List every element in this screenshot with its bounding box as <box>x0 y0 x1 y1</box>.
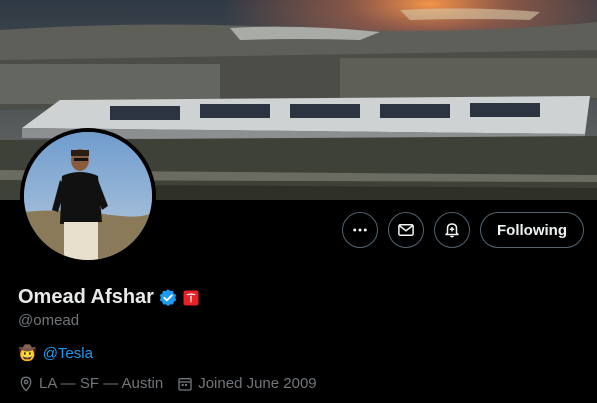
cowboy-emoji-icon: 🤠 <box>18 345 37 362</box>
mail-icon <box>398 224 414 236</box>
profile-avatar[interactable] <box>20 128 156 264</box>
location-text: LA — SF — Austin <box>39 375 164 392</box>
location-pin-icon <box>20 376 32 392</box>
following-button[interactable]: Following <box>480 212 584 248</box>
message-button[interactable] <box>388 212 424 248</box>
more-button[interactable] <box>342 212 378 248</box>
bell-plus-icon <box>445 223 459 238</box>
tesla-affiliate-icon[interactable] <box>182 289 200 307</box>
profile-bio: 🤠 @Tesla <box>18 344 93 363</box>
bio-mention-link[interactable]: @Tesla <box>43 345 93 362</box>
joined-item: Joined June 2009 <box>177 375 317 392</box>
notify-button[interactable] <box>434 212 470 248</box>
profile-meta: LA — SF — Austin Joined June 2009 <box>18 375 331 392</box>
verified-badge-icon[interactable] <box>158 288 178 308</box>
display-name: Omead Afshar <box>18 286 154 308</box>
calendar-icon <box>178 377 192 391</box>
location-item: LA — SF — Austin <box>18 375 163 392</box>
name-row: Omead Afshar <box>18 286 200 309</box>
profile-handle: @omead <box>18 312 80 329</box>
more-icon <box>353 228 367 232</box>
joined-text: Joined June 2009 <box>198 375 317 392</box>
avatar-photo <box>24 132 152 260</box>
profile-actions: Following <box>342 212 584 248</box>
